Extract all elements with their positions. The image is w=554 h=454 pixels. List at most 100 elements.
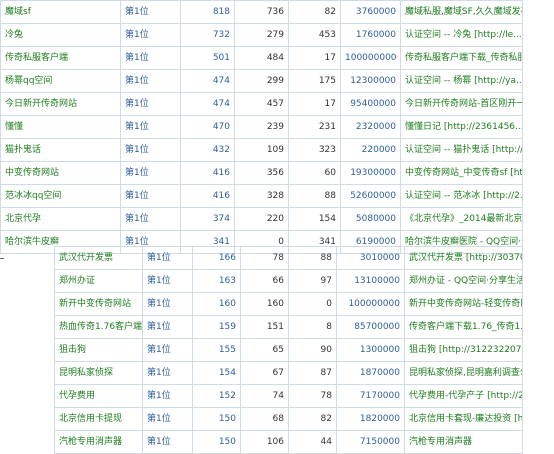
- pc-index-value: 68: [240, 407, 289, 431]
- keyword-link[interactable]: 郑州办证: [54, 269, 143, 293]
- index-value: 470: [180, 115, 235, 139]
- index-value: 166: [192, 246, 241, 270]
- keyword-link[interactable]: 懂懂: [0, 115, 121, 139]
- keyword-link[interactable]: 汽枪专用消声器: [54, 430, 143, 454]
- table-row: 热血传奇1.76客户端 第1位 159 151 8 85700000 传奇客户端下载1.76…: [54, 315, 523, 339]
- mobile-index-value: 87: [288, 361, 337, 385]
- table-row: 今日新开传奇网站 第1位 474 457 17 95400000 今日新开传奇网站-首区刚开…: [0, 92, 523, 116]
- keyword-link[interactable]: 猫扑鬼话: [0, 138, 121, 162]
- pc-index-value: 78: [240, 246, 289, 270]
- index-value: 818: [180, 0, 235, 24]
- site-title-link[interactable]: 武汉代开发票 [http://303704...: [404, 246, 523, 270]
- index-value: 432: [180, 138, 235, 162]
- rank-cell: 第1位: [120, 0, 181, 24]
- table-row: 中变传奇网站 第1位 416 356 60 19300000 中变传奇网站_中变传奇sf […: [0, 161, 523, 185]
- index-value: 374: [180, 207, 235, 231]
- index-value: 474: [180, 69, 235, 93]
- keyword-link[interactable]: 武汉代开发票: [54, 246, 143, 270]
- site-title-link[interactable]: 认证空间 -- 冷兔 [http://le...: [400, 23, 523, 47]
- index-value: 416: [180, 184, 235, 208]
- rank-cell: 第1位: [142, 361, 193, 385]
- mobile-index-value: 17: [288, 92, 341, 116]
- index-value: 501: [180, 46, 235, 70]
- table-row: 北京代孕第1位3742201545080000《北京代孕》_2014最新北京代孕…: [0, 207, 523, 231]
- site-title-link[interactable]: 汽枪专用消声器: [404, 430, 523, 454]
- site-title-link[interactable]: 认证空间 -- 杨幂 [http://ya...: [400, 69, 523, 93]
- site-title-link[interactable]: 《北京代孕》_2014最新北京代孕 [htt...: [400, 207, 523, 231]
- keyword-link[interactable]: 中变传奇网站: [0, 161, 121, 185]
- result-count: 52600000: [340, 184, 401, 208]
- rank-cell: 第1位: [120, 138, 181, 162]
- site-title-link[interactable]: 新开中变传奇网站-轻变传奇网站 [http...: [404, 292, 523, 316]
- site-title-link[interactable]: 今日新开传奇网站-首区刚开一秒 [http...: [400, 92, 523, 116]
- keyword-link[interactable]: 杨幂qq空间: [0, 69, 121, 93]
- site-title-link[interactable]: 魔域私服,魔域SF,久久魔域发布网 [htt...: [400, 0, 523, 24]
- mobile-index-value: 82: [288, 0, 341, 24]
- keyword-link[interactable]: 魔域sf: [0, 0, 121, 24]
- pc-index-value: 160: [240, 292, 289, 316]
- keyword-link[interactable]: 热血传奇1.76客户端: [54, 315, 143, 339]
- table-row: 新开中变传奇网站 第1位 160 160 0 100000000 新开中变传奇网站-轻变传奇…: [54, 292, 523, 316]
- mobile-index-value: 44: [288, 430, 337, 454]
- result-count: 100000000: [340, 46, 401, 70]
- keyword-link[interactable]: 狙击狗: [54, 338, 143, 362]
- site-title-link[interactable]: 认证空间 -- 范冰冰 [http://2...: [400, 184, 523, 208]
- result-count: 2320000: [340, 115, 401, 139]
- pc-index-value: 109: [234, 138, 289, 162]
- pc-index-value: 106: [240, 430, 289, 454]
- mobile-index-value: 175: [288, 69, 341, 93]
- ranking-table-bottom: 武汉代开发票 第1位 166 78 88 3010000 武汉代开发票 [http://30…: [54, 246, 523, 454]
- mobile-index-value: 97: [288, 269, 337, 293]
- rank-cell: 第1位: [120, 161, 181, 185]
- ranking-table-top: 魔域sf第1位818736823760000魔域私服,魔域SF,久久魔域发布网 …: [0, 0, 523, 254]
- site-title-link[interactable]: 认证空间 -- 猫扑鬼话 [http://...: [400, 138, 523, 162]
- index-value: 159: [192, 315, 241, 339]
- result-count: 3010000: [336, 246, 405, 270]
- site-title-link[interactable]: 懂懂日记 [http://2361456....: [400, 115, 523, 139]
- keyword-link[interactable]: 北京信用卡提现: [54, 407, 143, 431]
- keyword-link[interactable]: 北京代孕: [0, 207, 121, 231]
- site-title-link[interactable]: 北京信用卡套现-廉达投资 [http://...: [404, 407, 523, 431]
- keyword-link[interactable]: 昆明私家侦探: [54, 361, 143, 385]
- result-count: 85700000: [336, 315, 405, 339]
- result-count: 5080000: [340, 207, 401, 231]
- keyword-link[interactable]: 范冰冰qq空间: [0, 184, 121, 208]
- keyword-link[interactable]: 今日新开传奇网站: [0, 92, 121, 116]
- site-title-link[interactable]: 传奇私服客户端下载_传奇私服客户端...: [400, 46, 523, 70]
- pc-index-value: 484: [234, 46, 289, 70]
- site-title-link[interactable]: 狙击狗 [http://312232207....: [404, 338, 523, 362]
- mobile-index-value: 231: [288, 115, 341, 139]
- table-row: 汽枪专用消声器 第1位 150 106 44 7150000 汽枪专用消声器: [54, 430, 523, 454]
- result-count: 220000: [340, 138, 401, 162]
- rank-cell: 第1位: [142, 407, 193, 431]
- table-row: 杨幂qq空间 第1位 474 299 175 12300000 认证空间 -- 杨幂 [ht…: [0, 69, 523, 93]
- keyword-link[interactable]: 新开中变传奇网站: [54, 292, 143, 316]
- rank-cell: 第1位: [120, 46, 181, 70]
- index-value: 416: [180, 161, 235, 185]
- rank-cell: 第1位: [120, 23, 181, 47]
- keyword-link[interactable]: 传奇私服客户端: [0, 46, 121, 70]
- mobile-index-value: 88: [288, 184, 341, 208]
- result-count: 1300000: [336, 338, 405, 362]
- result-count: 1760000: [340, 23, 401, 47]
- site-title-link[interactable]: 中变传奇网站_中变传奇sf [http...: [400, 161, 523, 185]
- index-value: 154: [192, 361, 241, 385]
- result-count: 19300000: [340, 161, 401, 185]
- rank-cell: 第1位: [142, 338, 193, 362]
- pc-index-value: 239: [234, 115, 289, 139]
- site-title-link[interactable]: 传奇客户端下载1.76_传奇1.76 [ht...: [404, 315, 523, 339]
- table-row: 范冰冰qq空间 第1位 416 328 88 52600000 认证空间 -- 范冰冰 [h…: [0, 184, 523, 208]
- pc-index-value: 67: [240, 361, 289, 385]
- mobile-index-value: 17: [288, 46, 341, 70]
- mobile-index-value: 453: [288, 23, 341, 47]
- site-title-link[interactable]: 郑州办证 - QQ空间·分享生活,留住感动...: [404, 269, 523, 293]
- site-title-link[interactable]: 代孕费用-代孕产子 [http://277...: [404, 384, 523, 408]
- index-value: 474: [180, 92, 235, 116]
- rank-cell: 第1位: [142, 246, 193, 270]
- pc-index-value: 299: [234, 69, 289, 93]
- index-value: 152: [192, 384, 241, 408]
- site-title-link[interactable]: 昆明私家侦探,昆明嘉利调查公司 [http...: [404, 361, 523, 385]
- keyword-link[interactable]: 代孕费用: [54, 384, 143, 408]
- keyword-link[interactable]: 冷兔: [0, 23, 121, 47]
- index-value: 150: [192, 430, 241, 454]
